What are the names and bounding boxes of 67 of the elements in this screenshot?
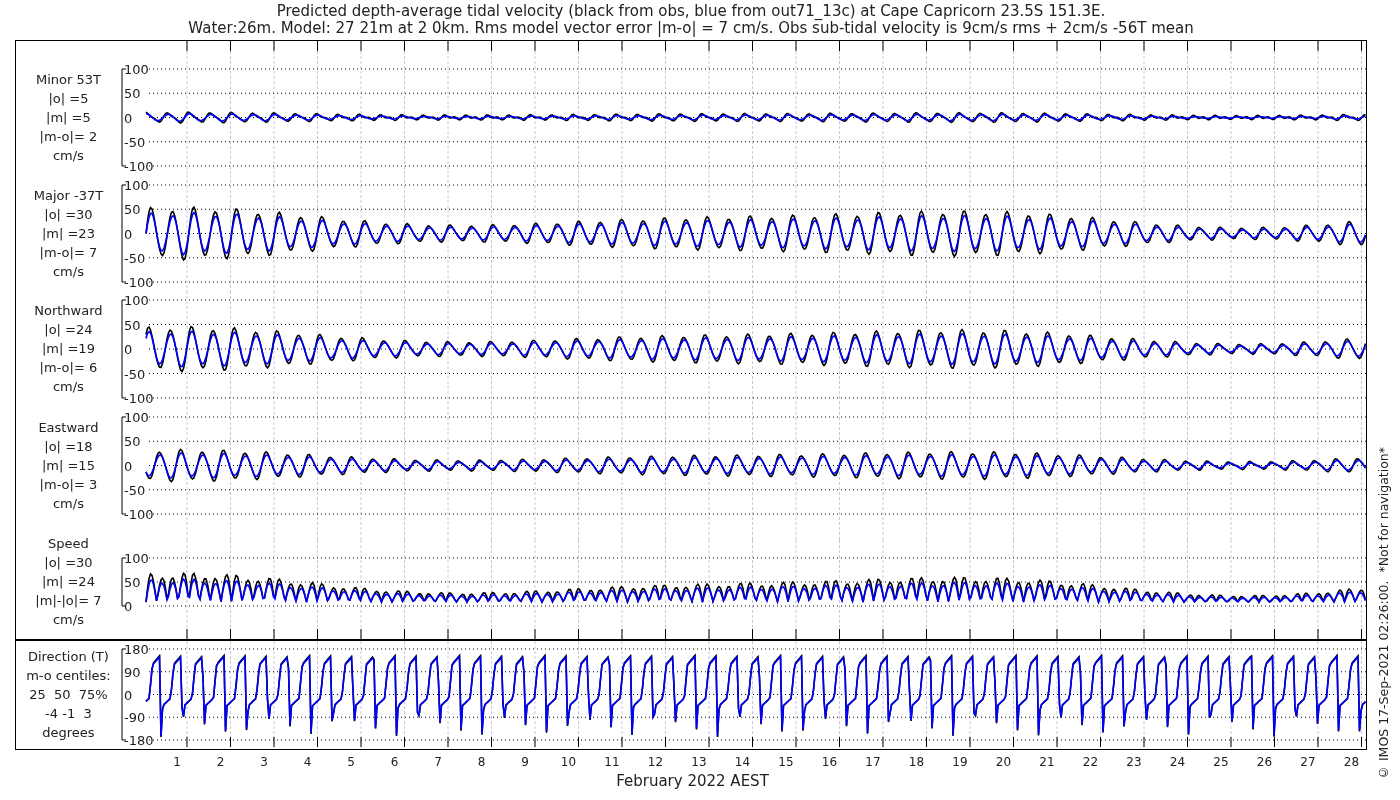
tick-label: 100 xyxy=(123,410,149,425)
tick-label: -100 xyxy=(123,159,154,174)
day-label: 27 xyxy=(1300,755,1316,769)
tick-label: -50 xyxy=(123,482,146,498)
day-label: 25 xyxy=(1213,755,1229,769)
day-label: 19 xyxy=(952,755,968,769)
panel-label: Northward |o| =24 |m| =19 |m-o|= 6 cm/s xyxy=(34,302,103,396)
day-label: 6 xyxy=(390,755,399,769)
tick-label: 0 xyxy=(123,110,133,126)
day-label: 3 xyxy=(260,755,268,769)
day-label: 28 xyxy=(1343,755,1360,769)
tick-label: 50 xyxy=(123,575,141,590)
day-label: 10 xyxy=(560,755,577,769)
tick-label: 0 xyxy=(123,599,133,614)
day-label: 21 xyxy=(1039,755,1055,769)
day-label: 2 xyxy=(216,755,225,769)
panel-label: Minor 53T |o| =5 |m| =5 |m-o|= 2 cm/s xyxy=(35,70,101,165)
tick-label: -180 xyxy=(123,733,154,747)
chart-title: Predicted depth-average tidal velocity (black from obs, blue from out71_13c) at Cape Capricorn 23.5S 151.3E. xyxy=(276,3,1106,20)
day-label: 11 xyxy=(604,755,620,769)
y-axis xyxy=(121,557,127,607)
day-label: 22 xyxy=(1082,755,1099,769)
day-label: 23 xyxy=(1126,755,1142,769)
tick-label: 100 xyxy=(123,178,149,193)
tick-label: 100 xyxy=(123,551,149,566)
tick-label: -100 xyxy=(123,507,154,522)
tick-label: -50 xyxy=(123,250,146,266)
tick-label: 0 xyxy=(123,226,133,242)
day-label: 8 xyxy=(477,755,486,769)
tick-label: -90 xyxy=(123,710,146,726)
day-label: 17 xyxy=(865,755,881,769)
tick-label: 90 xyxy=(123,664,141,680)
axis-title: February 2022 AEST xyxy=(615,772,770,790)
tick-label: 0 xyxy=(123,342,133,357)
copyright-note: © IMOS 17-Sep-2021 02:26:00. *Not for navigation* xyxy=(1376,446,1391,780)
day-label: 15 xyxy=(778,755,794,769)
day-label: 18 xyxy=(908,755,925,769)
tick-label: 0 xyxy=(123,687,133,703)
panel-label: Direction (T) m-o centiles: 25 50 75% -4 -1 3 degrees xyxy=(26,647,111,742)
tick-label: -50 xyxy=(123,366,146,382)
tick-label: 180 xyxy=(123,642,149,657)
panel-label: Eastward |o| =18 |m| =15 |m-o|= 3 cm/s xyxy=(38,418,99,513)
tick-label: -100 xyxy=(123,275,154,290)
tick-label: 100 xyxy=(123,293,149,308)
tick-label: 50 xyxy=(123,317,141,333)
tick-label: 100 xyxy=(123,62,149,77)
day-label: 7 xyxy=(434,755,442,769)
day-label: 9 xyxy=(521,755,529,769)
day-label: 14 xyxy=(734,755,751,769)
panel-label: Speed |o| =30 |m| =24 |m|-|o|= 7 cm/s xyxy=(35,535,102,629)
tick-label: -50 xyxy=(123,134,146,150)
tick-label: 50 xyxy=(123,434,141,450)
day-label: 12 xyxy=(647,755,664,769)
day-label: 5 xyxy=(347,755,355,769)
panel-label: Major -37T |o| =30 |m| =23 |m-o|= 7 cm/s xyxy=(33,186,104,281)
day-label: 16 xyxy=(821,755,838,769)
day-label: 13 xyxy=(691,755,707,769)
day-label: 26 xyxy=(1256,755,1273,769)
tick-label: 50 xyxy=(123,86,141,102)
day-label: 20 xyxy=(995,755,1012,769)
tick-label: 50 xyxy=(123,202,141,218)
day-label: 24 xyxy=(1169,755,1186,769)
tick-label: -100 xyxy=(123,391,154,406)
day-label: 4 xyxy=(303,755,312,769)
chart-title: Water:26m. Model: 27 21m at 2 0km. Rms model vector error |m-o| = 7 cm/s. Obs sub-tidal velocity is 9cm/s rms + 2cm/s -56T mean xyxy=(188,20,1194,37)
tick-label: 0 xyxy=(123,458,133,474)
day-label: 1 xyxy=(173,755,181,769)
